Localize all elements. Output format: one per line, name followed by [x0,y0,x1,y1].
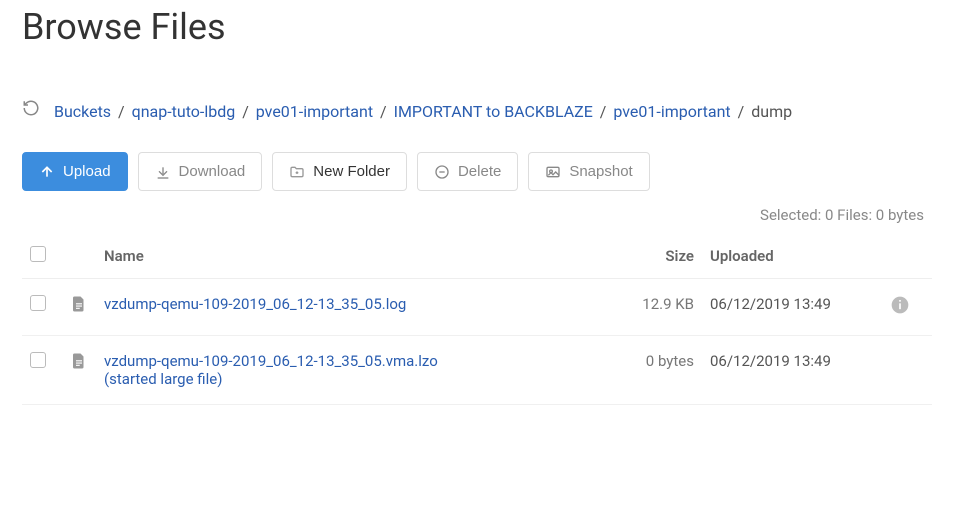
table-row: vzdump-qemu-109-2019_06_12-13_35_05.vma.… [22,336,932,405]
file-table: Name Size Uploaded vzdump-qemu-109-2019_… [22,234,932,405]
refresh-icon[interactable] [22,98,40,127]
file-size: 12.9 KB [622,279,702,336]
upload-button[interactable]: Upload [22,152,128,191]
breadcrumb-link[interactable]: Buckets [54,102,111,121]
file-uploaded: 06/12/2019 13:49 [702,336,882,405]
page-title: Browse Files [22,6,932,48]
upload-icon [39,164,55,180]
snapshot-button[interactable]: Snapshot [528,152,649,191]
new-folder-icon [289,164,305,180]
col-uploaded: Uploaded [702,234,882,279]
table-row: vzdump-qemu-109-2019_06_12-13_35_05.log 1… [22,279,932,336]
col-size: Size [622,234,702,279]
breadcrumb-separator: / [376,102,391,121]
snapshot-label: Snapshot [569,163,632,180]
upload-label: Upload [63,163,111,180]
file-subtext: (started large file) [104,370,614,388]
new-folder-label: New Folder [313,163,390,180]
breadcrumb-link[interactable]: IMPORTANT to BACKBLAZE [394,102,593,121]
breadcrumb-separator: / [238,102,253,121]
delete-button[interactable]: Delete [417,152,518,191]
delete-label: Delete [458,163,501,180]
file-icon [70,295,88,313]
breadcrumb-separator: / [734,102,749,121]
download-icon [155,164,171,180]
col-name: Name [96,234,622,279]
delete-icon [434,164,450,180]
breadcrumb: Buckets / qnap-tuto-lbdg / pve01-importa… [22,98,932,127]
row-checkbox[interactable] [30,295,46,311]
file-uploaded: 06/12/2019 13:49 [702,279,882,336]
info-icon[interactable] [890,295,910,315]
breadcrumb-separator: / [596,102,611,121]
breadcrumb-separator: / [114,102,129,121]
toolbar: Upload Download New Folder Delete Snapsh… [22,152,932,191]
breadcrumb-link[interactable]: pve01-important [256,102,373,121]
download-button[interactable]: Download [138,152,263,191]
breadcrumb-link[interactable]: qnap-tuto-lbdg [132,102,236,121]
file-size: 0 bytes [622,336,702,405]
breadcrumb-link[interactable]: pve01-important [613,102,730,121]
file-link[interactable]: vzdump-qemu-109-2019_06_12-13_35_05.log [104,295,406,313]
selection-status: Selected: 0 Files: 0 bytes [22,206,932,224]
row-checkbox[interactable] [30,352,46,368]
file-link[interactable]: vzdump-qemu-109-2019_06_12-13_35_05.vma.… [104,352,438,370]
file-icon [70,352,88,370]
select-all-checkbox[interactable] [30,246,46,262]
new-folder-button[interactable]: New Folder [272,152,407,191]
breadcrumb-current: dump [751,102,792,121]
download-label: Download [179,163,246,180]
snapshot-icon [545,164,561,180]
